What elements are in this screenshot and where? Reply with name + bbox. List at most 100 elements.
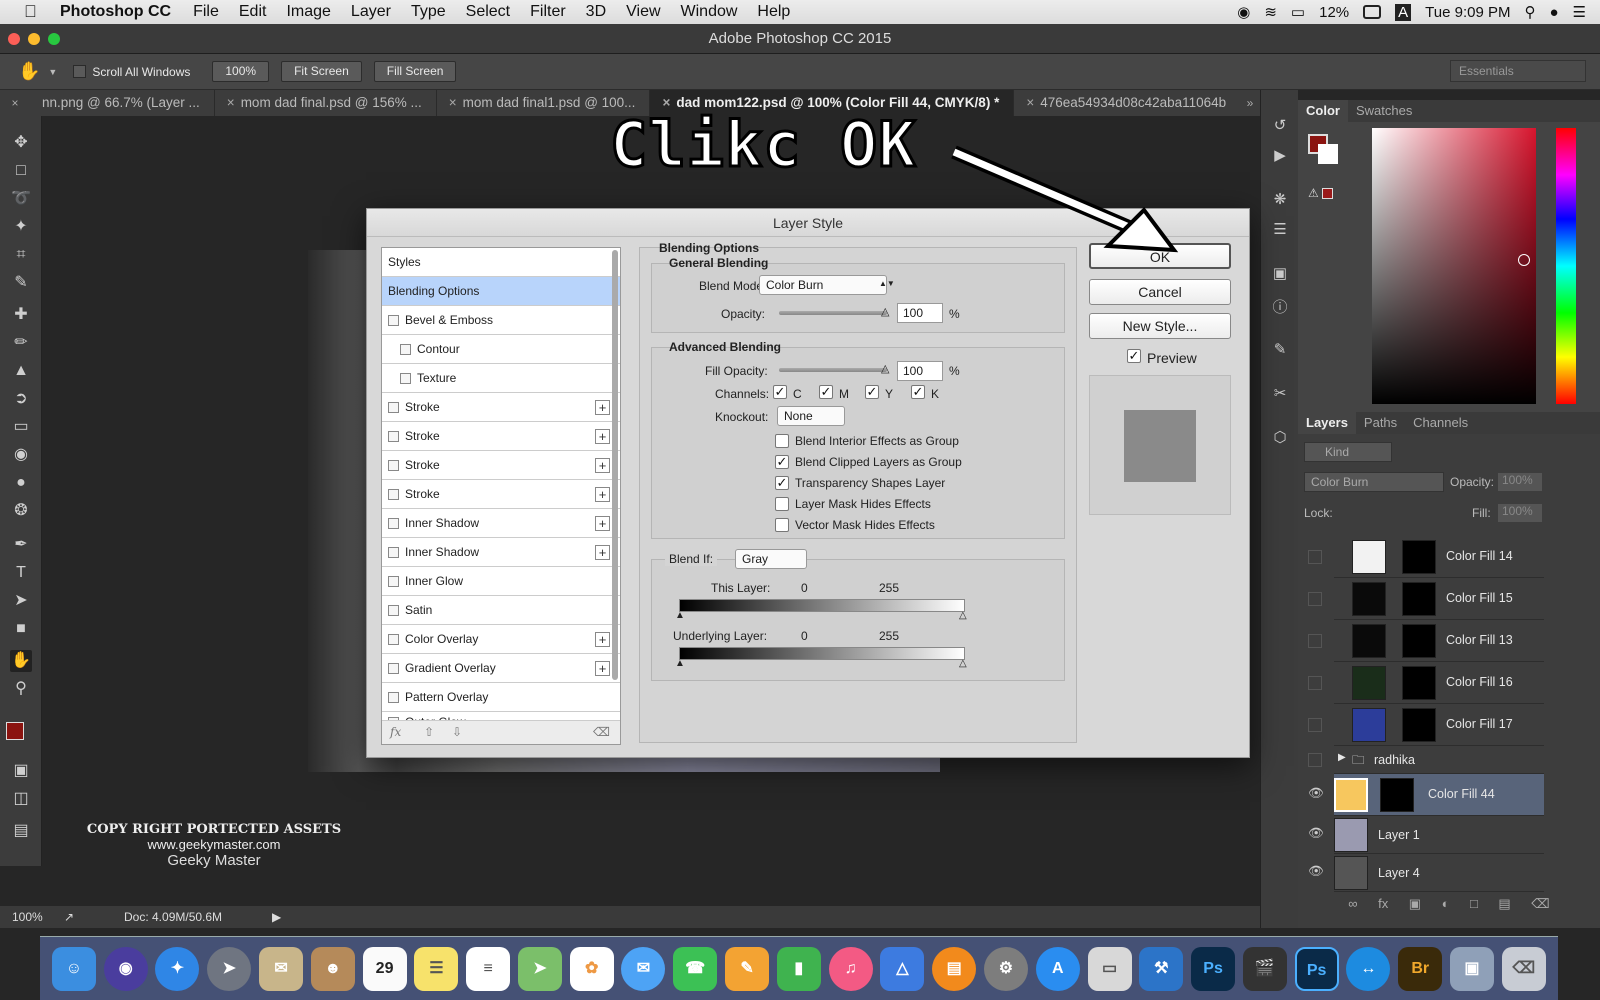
style-checkbox[interactable] [388, 460, 399, 472]
new-group-icon[interactable]: □ [1470, 896, 1478, 920]
style-stroke[interactable]: Stroke + [382, 393, 620, 422]
photoshop-dock-icon[interactable]: Ps [1191, 946, 1236, 991]
style-inner-shadow[interactable]: Inner Shadow + [382, 538, 620, 567]
zoom-100-button[interactable]: 100% [212, 61, 270, 82]
add-effect-icon[interactable]: + [595, 516, 610, 531]
quick-mask-icon[interactable]: ▣ [10, 760, 32, 782]
stamp-tool-icon[interactable]: ▲ [10, 360, 32, 382]
image-capture-icon[interactable]: ▣ [1449, 946, 1494, 991]
safari-icon[interactable]: ✦ [155, 946, 200, 991]
eyedropper-tool-icon[interactable]: ✎ [10, 272, 32, 294]
eye-icon[interactable]: 👁 [1308, 826, 1324, 841]
adjustments-icon[interactable]: ☰ [1270, 220, 1290, 240]
tool-preset-chevron-icon[interactable]: ▼ [48, 67, 57, 77]
more-tabs-icon[interactable]: » [1240, 90, 1260, 116]
history-panel-icon[interactable]: ↺ [1270, 116, 1290, 136]
close-tab-icon[interactable]: × [1026, 95, 1034, 110]
status-zoom[interactable]: 100% [12, 906, 43, 928]
visibility-box[interactable] [1308, 753, 1322, 767]
trash-icon[interactable]: ⌫ [593, 725, 610, 739]
trash-icon[interactable]: ⌫ [1501, 946, 1546, 991]
fit-screen-button[interactable]: Fit Screen [281, 61, 362, 82]
paint-bucket-icon[interactable]: ◉ [10, 444, 32, 466]
layer-row-selected[interactable]: 👁 Color Fill 44 [1308, 774, 1544, 816]
share-icon[interactable]: ↗ [64, 906, 74, 928]
fill-screen-button[interactable]: Fill Screen [373, 61, 457, 82]
battery-icon[interactable] [1363, 5, 1382, 19]
style-checkbox[interactable] [388, 489, 399, 501]
quick-select-tool-icon[interactable]: ✦ [10, 216, 32, 238]
launchpad-icon[interactable]: ➤ [207, 946, 252, 991]
styles-scrollbar[interactable] [612, 250, 618, 680]
actions-panel-icon[interactable]: ▶ [1270, 146, 1290, 166]
xcode-icon[interactable]: ⚒ [1139, 946, 1184, 991]
minimize-window-button[interactable] [28, 33, 40, 45]
layer-row[interactable]: Color Fill 14 [1308, 536, 1544, 578]
add-effect-icon[interactable]: + [595, 429, 610, 444]
style-checkbox[interactable] [388, 518, 399, 530]
menu-app-name[interactable]: Photoshop CC [60, 3, 171, 21]
ibooks-icon[interactable]: ▤ [932, 946, 977, 991]
teamviewer-icon[interactable]: ↔ [1346, 946, 1391, 991]
paragraph-icon[interactable]: ✎ [1270, 340, 1290, 360]
wifi-icon[interactable]: ≋ [1264, 3, 1277, 21]
fill-opacity-input[interactable]: 100 [897, 361, 943, 381]
color-field[interactable] [1372, 128, 1536, 404]
style-inner-shadow[interactable]: Inner Shadow + [382, 509, 620, 538]
eye-icon[interactable]: 👁 [1308, 786, 1324, 801]
style-checkbox[interactable] [400, 344, 411, 356]
layer-row[interactable]: Color Fill 15 [1308, 578, 1544, 620]
pages-icon[interactable]: ✎ [725, 946, 770, 991]
mail-icon[interactable]: ✉ [259, 946, 304, 991]
add-effect-icon[interactable]: + [595, 458, 610, 473]
healing-tool-icon[interactable]: ✚ [10, 304, 32, 326]
layer-group-row[interactable]: ▶ 🗀 radhika [1308, 746, 1544, 774]
blur-tool-icon[interactable]: ● [10, 472, 32, 494]
clock[interactable]: Tue 9:09 PM [1425, 4, 1510, 21]
messages-icon[interactable]: ✉ [621, 946, 666, 991]
slider-thumb-icon[interactable]: ▲ [675, 658, 685, 669]
new-style-button[interactable]: New Style... [1089, 313, 1231, 339]
siri-icon[interactable]: ● [1549, 4, 1558, 21]
style-bevel-emboss[interactable]: Bevel & Emboss [382, 306, 620, 335]
new-layer-icon[interactable]: ▤ [1498, 896, 1510, 920]
pen-tool-icon[interactable]: ✒ [10, 534, 32, 556]
eye-icon[interactable]: 👁 [1308, 864, 1324, 879]
zoom-tool-icon[interactable]: ⚲ [10, 678, 32, 700]
style-color-overlay[interactable]: Color Overlay + [382, 625, 620, 654]
adjustment-layer-icon[interactable]: ◐ [1442, 896, 1450, 920]
fill-opacity-slider[interactable] [779, 368, 887, 372]
menu-type[interactable]: Type [411, 3, 446, 21]
menu-layer[interactable]: Layer [351, 3, 391, 21]
channel-k-checkbox[interactable]: ✓ [911, 385, 925, 399]
final-cut-icon[interactable]: 🎬 [1242, 946, 1287, 991]
visibility-box[interactable] [1308, 592, 1322, 606]
close-tabs-icon[interactable]: × [0, 90, 30, 116]
blend-interior-checkbox[interactable] [775, 434, 789, 448]
cancel-button[interactable]: Cancel [1089, 279, 1231, 305]
menu-view[interactable]: View [626, 3, 660, 21]
type-tool-icon[interactable]: T [10, 562, 32, 584]
add-effect-icon[interactable]: + [595, 661, 610, 676]
style-checkbox[interactable] [388, 431, 399, 443]
add-effect-icon[interactable]: + [595, 632, 610, 647]
add-mask-icon[interactable]: ▣ [1409, 896, 1421, 920]
hand-tool-icon[interactable]: ✋ [10, 650, 32, 672]
menu-3d[interactable]: 3D [586, 3, 606, 21]
warning-icon[interactable]: ⚠ [1308, 186, 1319, 200]
layer-blend-mode-select[interactable]: Color Burn [1304, 472, 1444, 492]
app-store-icon[interactable]: A [1035, 946, 1080, 991]
brush-tool-icon[interactable]: ✏ [10, 332, 32, 354]
layer-row[interactable]: Color Fill 16 [1308, 662, 1544, 704]
marquee-tool-icon[interactable]: □ [10, 160, 32, 182]
eraser-tool-icon[interactable]: ▭ [10, 416, 32, 438]
style-checkbox[interactable] [388, 692, 399, 704]
slider-thumb-icon[interactable]: △ [959, 658, 967, 669]
add-effect-icon[interactable]: + [595, 400, 610, 415]
color-bg-swatch[interactable] [1318, 144, 1338, 164]
menu-window[interactable]: Window [681, 3, 738, 21]
doc-tab[interactable]: nn.png @ 66.7% (Layer ... [30, 90, 215, 116]
tools-options-icon[interactable]: ✂ [1270, 384, 1290, 404]
layer-row[interactable]: Color Fill 17 [1308, 704, 1544, 746]
apple-icon[interactable]:  [24, 2, 46, 22]
